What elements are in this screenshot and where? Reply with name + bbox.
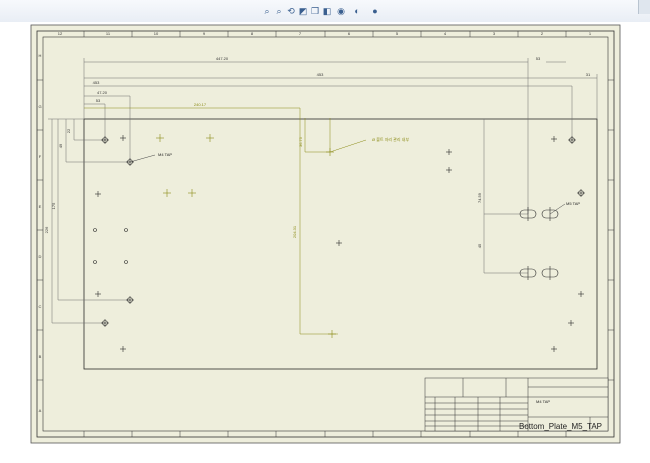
zone-letter: E — [39, 204, 42, 209]
dim-text-yellow: 36.75 — [298, 136, 303, 147]
dim-text: 226 — [44, 226, 49, 233]
view-orientation-icon[interactable]: ❒ — [310, 6, 320, 16]
zone-letter: H — [39, 53, 42, 58]
zone-letter: A — [39, 408, 42, 413]
dim-text: 453 — [317, 72, 324, 77]
zone-letter: B — [39, 354, 42, 359]
counterbore-callout: Ø 볼트 자리 관리 내부 — [372, 136, 409, 142]
m5-tap-callout: M5 TAP — [566, 201, 580, 206]
scrollbar-corner[interactable] — [638, 0, 650, 14]
scene-icon[interactable]: ● — [370, 6, 380, 16]
dim-text: 45 — [477, 243, 482, 248]
hide-show-icon[interactable]: ◉ — [336, 6, 346, 16]
zoom-fit-icon[interactable]: ⌕ — [262, 6, 272, 16]
dim-text: 47.20 — [97, 90, 108, 95]
section-view-icon[interactable]: ◩ — [298, 6, 308, 16]
drawing-sheet[interactable]: 12 11 10 9 8 7 6 5 4 3 2 1 H G F E D C B… — [24, 22, 650, 458]
dim-text: 447.20 — [216, 56, 229, 61]
dim-text-yellow: 204.31 — [292, 225, 297, 238]
view-toolbar: ⌕ ⌕ ⟲ ◩ ❒ ◧ ◉ ◐ ● — [0, 0, 650, 22]
title-block-note: M4 TAP — [536, 399, 550, 404]
zone-number: 10 — [154, 31, 159, 36]
zone-letter: C — [39, 304, 42, 309]
dim-text-yellow: 240.17 — [194, 102, 207, 107]
zone-number: 12 — [58, 31, 63, 36]
dim-text: 22 — [66, 128, 71, 133]
previous-view-icon[interactable]: ⟲ — [286, 6, 296, 16]
dim-text: 175 — [51, 202, 56, 209]
dim-text: 53 — [536, 56, 541, 61]
display-style-icon[interactable]: ◧ — [322, 6, 332, 16]
zone-letter: G — [38, 104, 41, 109]
dim-text: 74.59 — [477, 192, 482, 203]
m4-tap-callout: M4 TAP — [158, 152, 172, 157]
dim-text: 53 — [96, 98, 101, 103]
dim-text: 453 — [93, 80, 100, 85]
drawing-sheet-area[interactable]: 12 11 10 9 8 7 6 5 4 3 2 1 H G F E D C B… — [24, 22, 650, 458]
dim-text: 49 — [58, 143, 63, 148]
zone-letter: D — [39, 254, 42, 259]
zoom-area-icon[interactable]: ⌕ — [274, 6, 284, 16]
dim-text: 31 — [586, 72, 591, 77]
drawing-name: Bottom_Plate_M5_TAP — [519, 422, 602, 431]
appearance-icon[interactable]: ◐ — [352, 6, 362, 16]
